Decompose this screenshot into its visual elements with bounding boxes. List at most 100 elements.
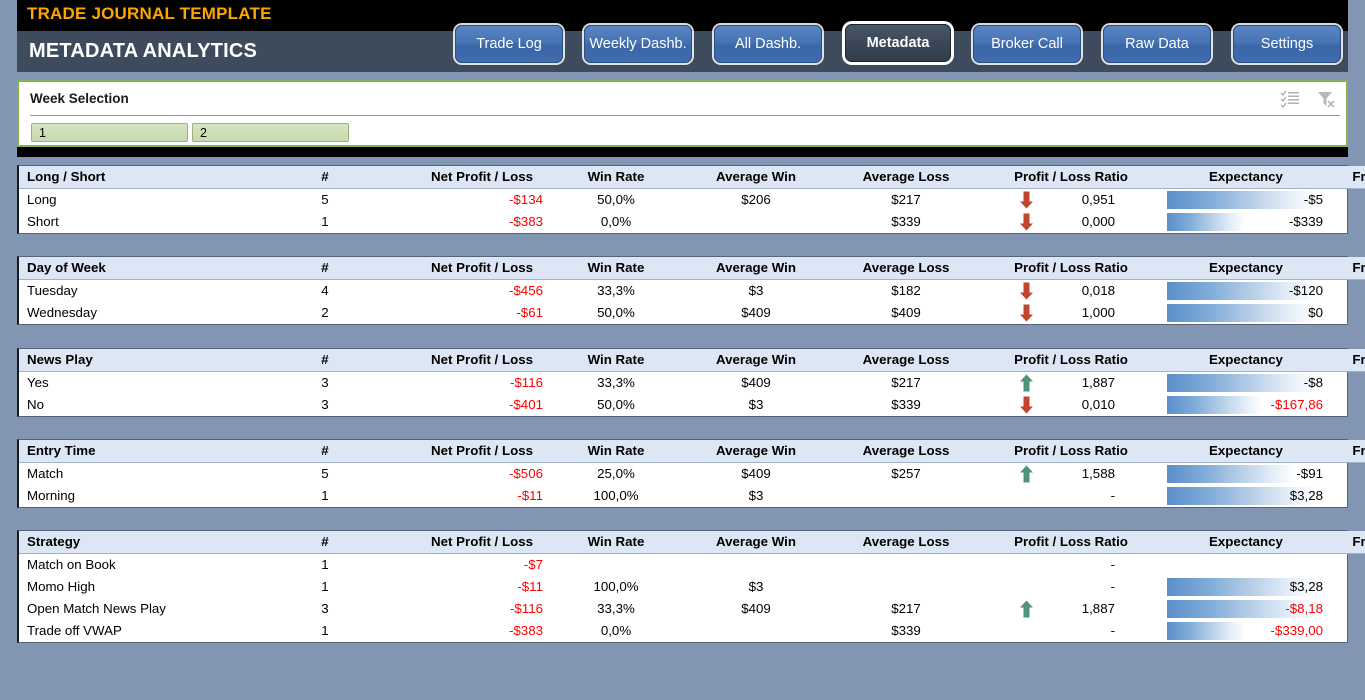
grid-entry-time: Entry Time#Net Profit / LossWin RateAver… (19, 440, 1365, 507)
cell-net-profit-loss: -$506 (361, 462, 551, 485)
column-header-win-rate: Win Rate (551, 349, 681, 371)
profit-loss-ratio-value: 0,000 (1082, 214, 1115, 229)
cell-expectancy: -$91 (1161, 462, 1331, 485)
cell-count: 1 (289, 553, 361, 576)
expectancy-value: $0 (1308, 302, 1323, 324)
column-header-category: Strategy (19, 531, 289, 553)
cell-average-loss: $339 (831, 620, 981, 642)
table-long-short: Long / Short#Net Profit / LossWin RateAv… (17, 165, 1348, 234)
expectancy-value: -$8 (1304, 372, 1323, 394)
cell-net-profit-loss: -$61 (361, 302, 551, 324)
slicer-item-list: 12 (31, 123, 349, 142)
column-header-average-win: Average Win (681, 349, 831, 371)
nav-button-trade-log[interactable]: Trade Log (455, 25, 563, 63)
cell-average-win (681, 553, 831, 576)
table-row: Open Match News Play3-$11633,3%$409$2171… (19, 598, 1365, 620)
cell-count: 1 (289, 211, 361, 233)
expectancy-value: -$5 (1304, 189, 1323, 211)
expectancy-value: $3,28 (1290, 576, 1323, 598)
cell-category: Match on Book (19, 553, 289, 576)
cell-category: Morning (19, 485, 289, 507)
cell-average-win: $3 (681, 394, 831, 416)
table-row: Momo High1-$11100,0%$3-$3,2817% (19, 576, 1365, 598)
cell-net-profit-loss: -$116 (361, 598, 551, 620)
cell-frequency: 83% (1331, 188, 1365, 211)
cell-count: 2 (289, 302, 361, 324)
nav-button-settings[interactable]: Settings (1233, 25, 1341, 63)
column-header-win-rate: Win Rate (551, 440, 681, 462)
cell-count: 5 (289, 188, 361, 211)
column-header-win-rate: Win Rate (551, 531, 681, 553)
clear-filter-icon[interactable] (1316, 89, 1336, 109)
nav-button-weekly-dashb[interactable]: Weekly Dashb. (584, 25, 692, 63)
cell-category: Tuesday (19, 279, 289, 302)
cell-average-win: $409 (681, 462, 831, 485)
nav-button-metadata[interactable]: Metadata (845, 24, 951, 62)
cell-net-profit-loss: -$383 (361, 211, 551, 233)
column-header-average-loss: Average Loss (831, 257, 981, 279)
slicer-title: Week Selection (30, 91, 129, 106)
column-header-profit-loss-ratio: Profit / Loss Ratio (981, 349, 1161, 371)
cell-average-loss: $339 (831, 211, 981, 233)
multi-select-icon[interactable] (1280, 89, 1300, 109)
profit-loss-ratio-value: 1,887 (1082, 601, 1115, 616)
nav-button-raw-data[interactable]: Raw Data (1103, 25, 1211, 63)
cell-frequency: 17% (1331, 485, 1365, 507)
cell-average-loss: $409 (831, 302, 981, 324)
column-header-net-profit-loss: Net Profit / Loss (361, 440, 551, 462)
table-day-of-week: Day of Week#Net Profit / LossWin RateAve… (17, 256, 1348, 325)
separator-right-margin (1348, 147, 1365, 157)
nav-button-all-dashb[interactable]: All Dashb. (714, 25, 822, 63)
column-header-average-loss: Average Loss (831, 166, 981, 188)
slicer-item-1[interactable]: 1 (31, 123, 188, 142)
cell-average-win: $3 (681, 279, 831, 302)
column-header-expectancy: Expectancy (1161, 531, 1331, 553)
cell-frequency: 17% (1331, 553, 1365, 576)
column-header-net-profit-loss: Net Profit / Loss (361, 349, 551, 371)
slicer-divider (30, 115, 1340, 116)
cell-frequency: 17% (1331, 211, 1365, 233)
cell-average-win: $3 (681, 485, 831, 507)
page-title: METADATA ANALYTICS (29, 40, 257, 63)
profit-loss-ratio-value: 0,951 (1082, 192, 1115, 207)
grid-long-short: Long / Short#Net Profit / LossWin RateAv… (19, 166, 1365, 233)
cell-average-loss: $339 (831, 394, 981, 416)
cell-expectancy (1161, 553, 1331, 576)
cell-frequency: 50% (1331, 371, 1365, 394)
cell-frequency: 50% (1331, 598, 1365, 620)
cell-expectancy: $0 (1161, 302, 1331, 324)
slicer-toolbar (1280, 89, 1336, 109)
cell-win-rate: 100,0% (551, 485, 681, 507)
cell-net-profit-loss: -$11 (361, 576, 551, 598)
grid-day-of-week: Day of Week#Net Profit / LossWin RateAve… (19, 257, 1365, 324)
column-header-expectancy: Expectancy (1161, 166, 1331, 188)
cell-count: 3 (289, 598, 361, 620)
cell-category: Open Match News Play (19, 598, 289, 620)
cell-net-profit-loss: -$7 (361, 553, 551, 576)
cell-profit-loss-ratio: 0,000 (981, 211, 1161, 233)
expectancy-databar: -$8 (1161, 372, 1331, 394)
cell-average-win: $409 (681, 371, 831, 394)
profit-loss-ratio-value: 0,018 (1082, 283, 1115, 298)
cell-average-win (681, 211, 831, 233)
nav-button-broker-call[interactable]: Broker Call (973, 25, 1081, 63)
column-header-win-rate: Win Rate (551, 257, 681, 279)
nav-button-label: All Dashb. (735, 36, 801, 52)
trend-down-icon (1019, 213, 1034, 230)
table-row: Yes3-$11633,3%$409$2171,887-$850% (19, 371, 1365, 394)
table-entry-time: Entry Time#Net Profit / LossWin RateAver… (17, 439, 1348, 508)
nav-button-label: Metadata (867, 35, 930, 51)
slicer-item-2[interactable]: 2 (192, 123, 349, 142)
cell-count: 3 (289, 394, 361, 416)
cell-expectancy: -$339,00 (1161, 620, 1331, 642)
cell-expectancy: $3,28 (1161, 485, 1331, 507)
cell-average-loss (831, 485, 981, 507)
column-header-average-win: Average Win (681, 257, 831, 279)
grid-news-play: News Play#Net Profit / LossWin RateAvera… (19, 349, 1365, 416)
column-header-count: # (289, 349, 361, 371)
cell-average-loss: $182 (831, 279, 981, 302)
cell-win-rate: 50,0% (551, 188, 681, 211)
separator-left-margin (0, 147, 17, 157)
trend-down-icon (1019, 396, 1034, 413)
cell-average-loss: $217 (831, 371, 981, 394)
